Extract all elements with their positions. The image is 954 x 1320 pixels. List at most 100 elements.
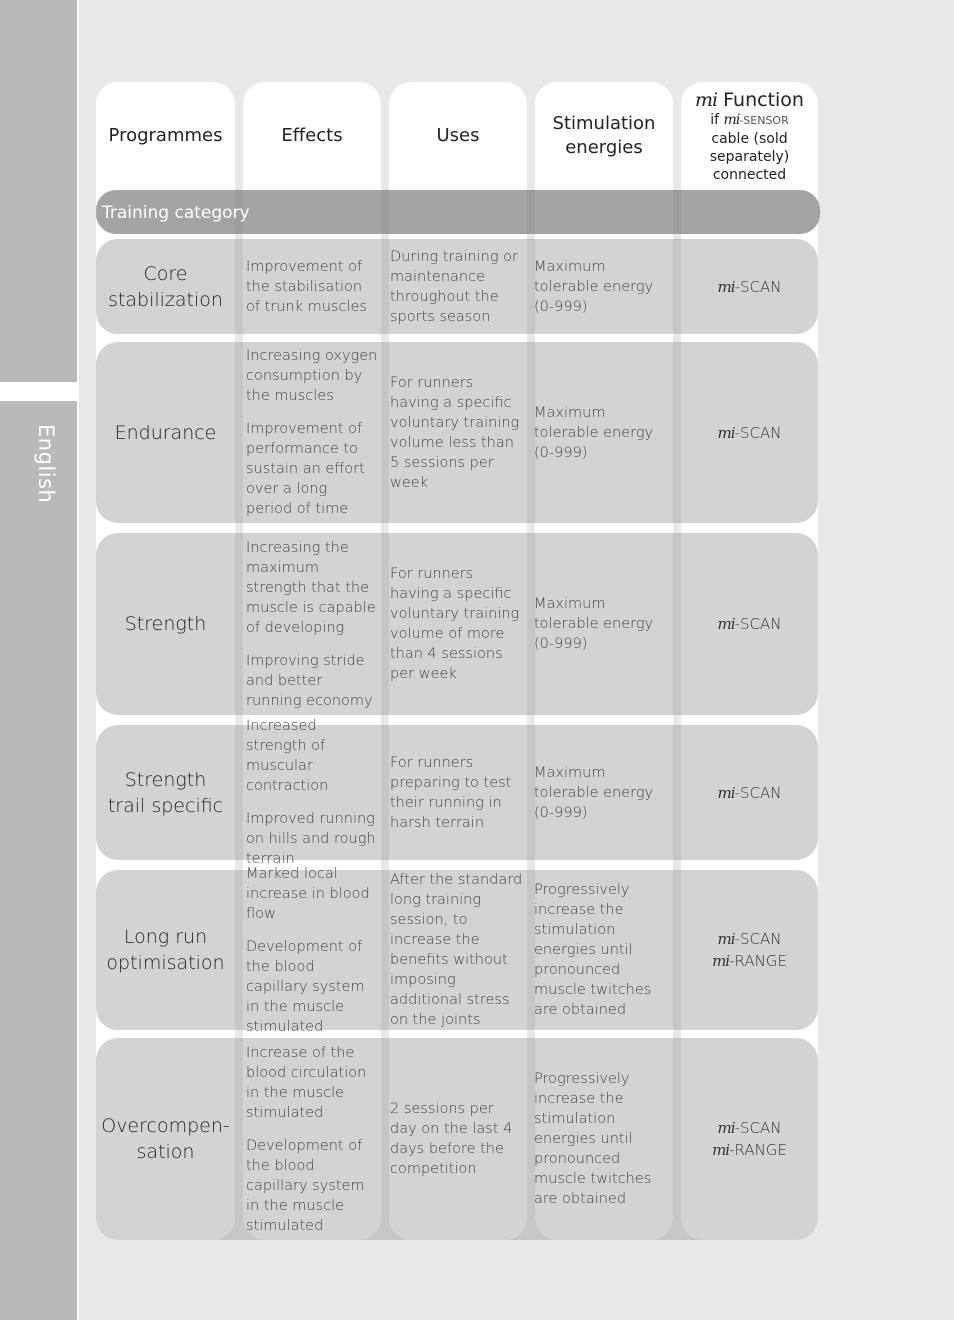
- category-label: Training category: [102, 203, 250, 223]
- header-programmes-label: Programmes: [108, 125, 223, 146]
- mi-logo-icon: mi: [717, 930, 736, 948]
- header-mi-sensor: -SENSOR: [739, 113, 789, 127]
- effects-cell: Increasing oxygen consumption by the mus…: [246, 342, 378, 523]
- programme-name: Long run: [123, 926, 208, 948]
- mi-function-item: mi-SCAN: [718, 422, 782, 444]
- header-mi-if: if: [710, 111, 720, 128]
- uses-text: After the standard long training session…: [390, 872, 523, 1028]
- programme-name: optimisation: [106, 952, 225, 974]
- programme-name: Strength: [124, 768, 207, 791]
- mi-function-cell: mi-SCAN: [681, 239, 818, 334]
- programme-cell: Overcompen-sation: [98, 1038, 233, 1240]
- programme-cell: Strength trail specific: [98, 725, 233, 860]
- header-mi-line4: separately): [709, 148, 790, 165]
- header-mi-line5: connected: [712, 166, 787, 183]
- effect-text: Improvement of the stabilisation of trun…: [246, 258, 367, 315]
- effect-text: Increasing oxygen consumption by the mus…: [246, 348, 378, 404]
- mi-function-cell: mi-SCAN: [681, 342, 818, 523]
- mi-function-item: mi-SCAN: [718, 276, 782, 298]
- mi-function-name: -SCAN: [734, 1119, 782, 1137]
- energies-text: Maximum tolerable energy (0-999): [534, 764, 654, 821]
- uses-text: During training or maintenance throughou…: [390, 248, 518, 325]
- programme-name: Strength: [124, 613, 207, 635]
- programme-cell: Long run optimisation: [98, 870, 233, 1030]
- sidebar-marker: [0, 382, 77, 401]
- effect-text: Increasing the maximum strength that the…: [246, 539, 376, 636]
- energies-cell: Maximum tolerable energy (0-999): [534, 725, 670, 860]
- energies-text: Maximum tolerable energy (0-999): [534, 404, 654, 461]
- header-mi-function: mi Function if mi-SENSOR cable (sold sep…: [681, 88, 818, 184]
- effect-text: Improving stride and better running econ…: [246, 652, 373, 709]
- mi-function-name: -SCAN: [734, 783, 782, 802]
- programme-name: Endurance: [114, 421, 217, 444]
- programme-name: Core: [143, 262, 188, 285]
- header-mi-line3: cable (sold: [711, 130, 788, 147]
- header-mi-sensor-line: if mi-SENSOR: [710, 111, 788, 130]
- header-mi-title: mi Function: [695, 89, 804, 111]
- header-uses: Uses: [389, 82, 527, 190]
- energies-cell: Maximum tolerable energy (0-999): [534, 342, 670, 523]
- energies-cell: Maximum tolerable energy (0-999): [534, 239, 670, 334]
- effect-text: Increased strength of muscular contracti…: [246, 718, 329, 794]
- mi-function-item: mi-SCAN: [718, 928, 782, 950]
- mi-function-cell: mi-SCAN: [681, 533, 818, 715]
- mi-function-name: -SCAN: [734, 930, 782, 948]
- mi-logo-icon: mi: [712, 952, 730, 970]
- mi-logo-icon: mi: [723, 111, 741, 128]
- uses-text: For runners having a specific voluntary …: [390, 566, 520, 682]
- uses-text: For runners having a specific voluntary …: [390, 374, 520, 491]
- energies-cell: Maximum tolerable energy (0-999): [534, 533, 670, 715]
- effect-text: Development of the blood capillary syste…: [246, 1137, 365, 1234]
- language-label: English: [34, 424, 58, 504]
- language-tab[interactable]: English: [22, 424, 62, 514]
- mi-logo-icon: mi: [717, 277, 736, 296]
- programme-name: trail specific: [107, 794, 224, 817]
- energies-text: Progressively increase the stimulation e…: [534, 1071, 652, 1207]
- mi-logo-icon: mi: [717, 423, 736, 442]
- programme-name: stabilization: [108, 288, 223, 311]
- energies-text: Maximum tolerable energy (0-999): [534, 596, 654, 652]
- uses-cell: During training or maintenance throughou…: [390, 239, 524, 334]
- effect-text: Improvement of performance to sustain an…: [246, 421, 365, 517]
- header-uses-label: Uses: [436, 125, 480, 146]
- mi-function-cell: mi-SCAN mi-RANGE: [681, 870, 818, 1030]
- effect-text: Development of the blood capillary syste…: [246, 938, 365, 1035]
- mi-function-name: -SCAN: [734, 423, 782, 442]
- header-energies: Stimulation energies: [535, 82, 673, 190]
- header-energies-line2: energies: [565, 137, 643, 158]
- mi-function-cell: mi-SCAN mi-RANGE: [681, 1038, 818, 1240]
- energies-cell: Progressively increase the stimulation e…: [534, 1038, 670, 1240]
- uses-cell: 2 sessions per day on the last 4 days be…: [390, 1038, 524, 1240]
- programme-name: Overcompen-: [101, 1115, 230, 1137]
- effects-cell: Improvement of the stabilisation of trun…: [246, 239, 378, 334]
- effects-cell: Marked local increase in blood flow Devel…: [246, 866, 378, 1035]
- mi-function-item: mi-SCAN: [718, 1117, 782, 1139]
- uses-cell: After the standard long training session…: [390, 870, 524, 1030]
- effects-cell: Increase of the blood circulation in the…: [246, 1038, 378, 1240]
- mi-function-item: mi-SCAN: [718, 782, 782, 804]
- mi-function-item: mi-RANGE: [712, 1139, 787, 1161]
- effects-cell: Increasing the maximum strength that the…: [246, 533, 378, 715]
- effect-text: Improved running on hills and rough terr…: [246, 811, 376, 867]
- uses-cell: For runners having a specific voluntary …: [390, 533, 524, 715]
- energies-text: Maximum tolerable energy (0-999): [534, 258, 654, 315]
- uses-text: For runners preparing to test their runn…: [390, 754, 512, 831]
- effect-text: Increase of the blood circulation in the…: [246, 1044, 367, 1121]
- header-energies-line1: Stimulation: [552, 113, 656, 134]
- mi-function-item: mi-SCAN: [718, 613, 782, 635]
- mi-logo-icon: mi: [695, 88, 718, 111]
- header-mi-function-label: Function: [723, 88, 804, 111]
- programme-cell: Endurance: [98, 342, 233, 523]
- mi-function-item: mi-RANGE: [712, 950, 787, 972]
- mi-logo-icon: mi: [717, 615, 736, 633]
- mi-function-cell: mi-SCAN: [681, 725, 818, 860]
- programme-cell: Core stabilization: [98, 239, 233, 334]
- sidebar-divider: [77, 0, 79, 1320]
- uses-cell: For runners preparing to test their runn…: [390, 725, 524, 860]
- mi-function-name: -RANGE: [729, 952, 787, 970]
- mi-logo-icon: mi: [717, 783, 736, 802]
- mi-function-name: -SCAN: [734, 615, 782, 633]
- header-effects: Effects: [243, 82, 381, 190]
- programme-name: sation: [136, 1141, 195, 1163]
- mi-function-name: -RANGE: [729, 1141, 787, 1159]
